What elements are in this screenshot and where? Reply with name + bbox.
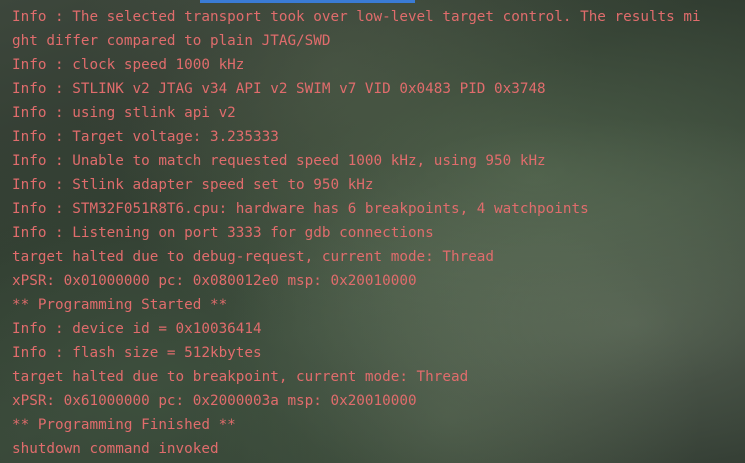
log-line: target halted due to breakpoint, current… [12, 369, 469, 385]
log-line: xPSR: 0x01000000 pc: 0x080012e0 msp: 0x2… [12, 273, 417, 289]
log-line: ** Programming Finished ** [12, 417, 236, 433]
log-line: ght differ compared to plain JTAG/SWD [12, 33, 331, 49]
log-line: Info : using stlink api v2 [12, 105, 236, 121]
log-line: Info : device id = 0x10036414 [12, 321, 262, 337]
log-line: target halted due to debug-request, curr… [12, 249, 495, 265]
console-output-panel[interactable]: Info : The selected transport took over … [0, 0, 745, 463]
log-line: Info : STLINK v2 JTAG v34 API v2 SWIM v7… [12, 81, 546, 97]
log-line: ** Programming Started ** [12, 297, 228, 313]
log-line: shutdown command invoked [12, 441, 219, 457]
console-log: Info : The selected transport took over … [12, 5, 745, 461]
log-line: Info : flash size = 512kbytes [12, 345, 262, 361]
log-line: xPSR: 0x61000000 pc: 0x2000003a msp: 0x2… [12, 393, 417, 409]
log-line: Info : clock speed 1000 kHz [12, 57, 245, 73]
log-line: Info : STM32F051R8T6.cpu: hardware has 6… [12, 201, 589, 217]
log-line: Info : Listening on port 3333 for gdb co… [12, 225, 434, 241]
log-line: Info : The selected transport took over … [12, 9, 701, 25]
scroll-indicator [200, 0, 415, 3]
log-line: Info : Target voltage: 3.235333 [12, 129, 279, 145]
log-line: Info : Stlink adapter speed set to 950 k… [12, 177, 374, 193]
log-line: Info : Unable to match requested speed 1… [12, 153, 546, 169]
